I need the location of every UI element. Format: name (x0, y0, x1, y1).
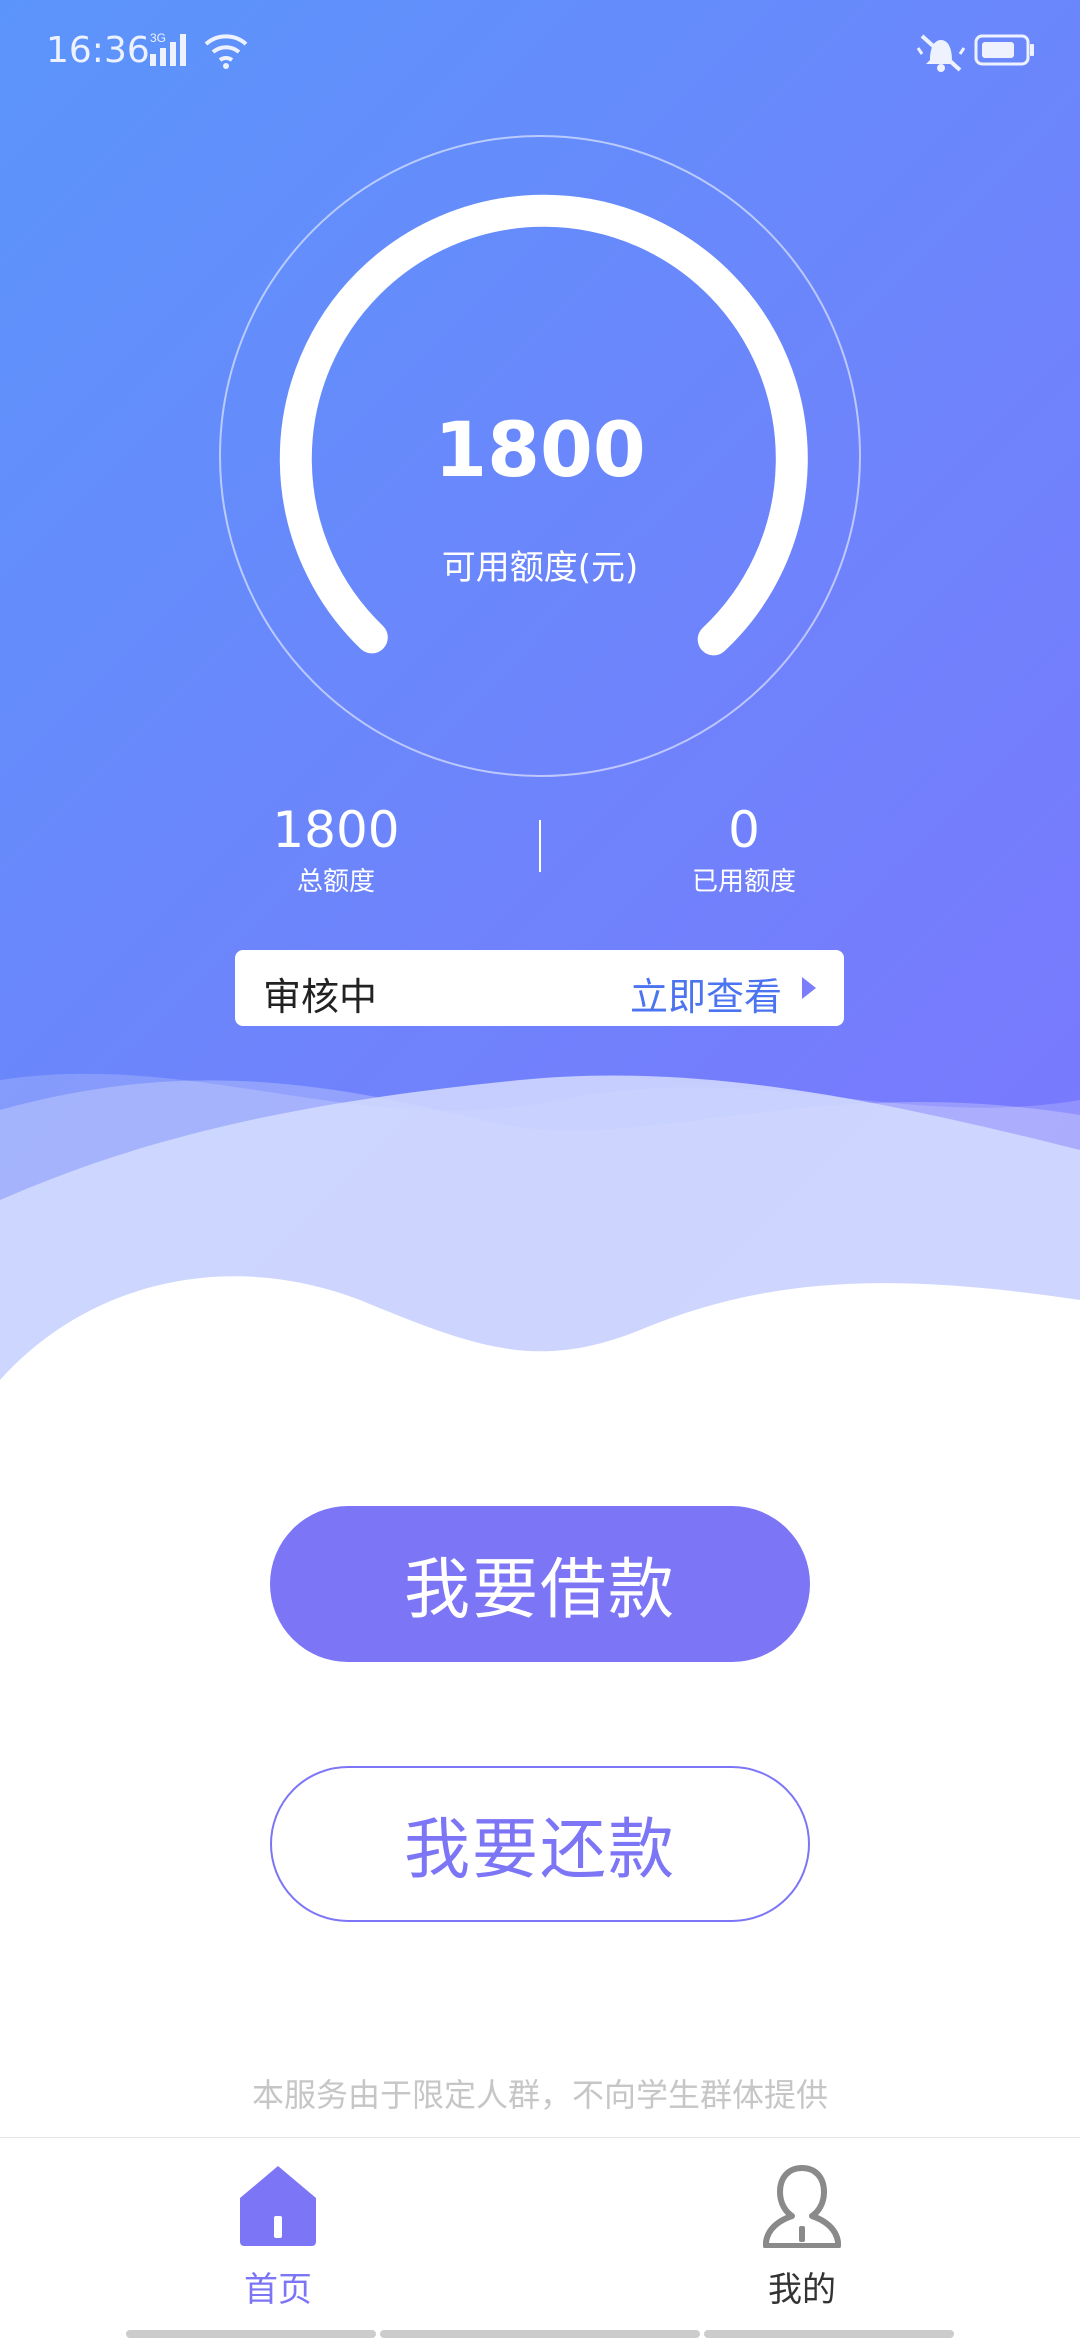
home-icon (240, 2166, 316, 2246)
repay-button[interactable]: 我要还款 (270, 1766, 810, 1922)
total-credit-stat: 1800 总额度 (186, 800, 486, 900)
tab-home[interactable]: 首页 (178, 2164, 378, 2311)
total-credit-label: 总额度 (296, 867, 375, 897)
available-credit-amount: 1800 (434, 405, 646, 494)
tab-mine-label: 我的 (768, 2270, 836, 2310)
vibrate-mute-icon (916, 34, 966, 72)
person-icon (763, 2165, 841, 2248)
wifi-icon (204, 34, 248, 69)
used-credit-stat: 0 已用额度 (594, 800, 894, 900)
nav-gesture-bar-center (380, 2330, 700, 2338)
status-time: 16:36 (46, 30, 150, 71)
network-type: 3G (150, 31, 166, 45)
bottom-tab-bar: 首页 我的 (0, 2137, 1080, 2341)
tab-home-label: 首页 (244, 2270, 312, 2310)
used-credit-value: 0 (728, 801, 760, 859)
used-credit-label: 已用额度 (691, 867, 796, 897)
total-credit-value: 1800 (272, 801, 400, 859)
nav-gesture-bar-right (704, 2330, 954, 2338)
wave-decoration (0, 1073, 1080, 1440)
battery-icon (974, 34, 1034, 66)
triangle-right-icon (802, 977, 816, 999)
available-credit-label: 可用额度(元) (441, 548, 639, 588)
review-status-bar[interactable]: 审核中 立即查看 (235, 950, 844, 1026)
borrow-button[interactable]: 我要借款 (270, 1506, 810, 1662)
view-now-link[interactable]: 立即查看 (630, 966, 782, 1021)
service-disclaimer: 本服务由于限定人群，不向学生群体提供 (251, 2076, 828, 2114)
nav-gesture-bar-left (126, 2330, 376, 2338)
review-status-text: 审核中 (263, 975, 378, 1019)
stat-divider (539, 820, 541, 872)
tab-mine[interactable]: 我的 (702, 2164, 902, 2311)
signal-icon: 3G (150, 31, 186, 66)
status-bar: 16:36 3G (0, 0, 1080, 108)
